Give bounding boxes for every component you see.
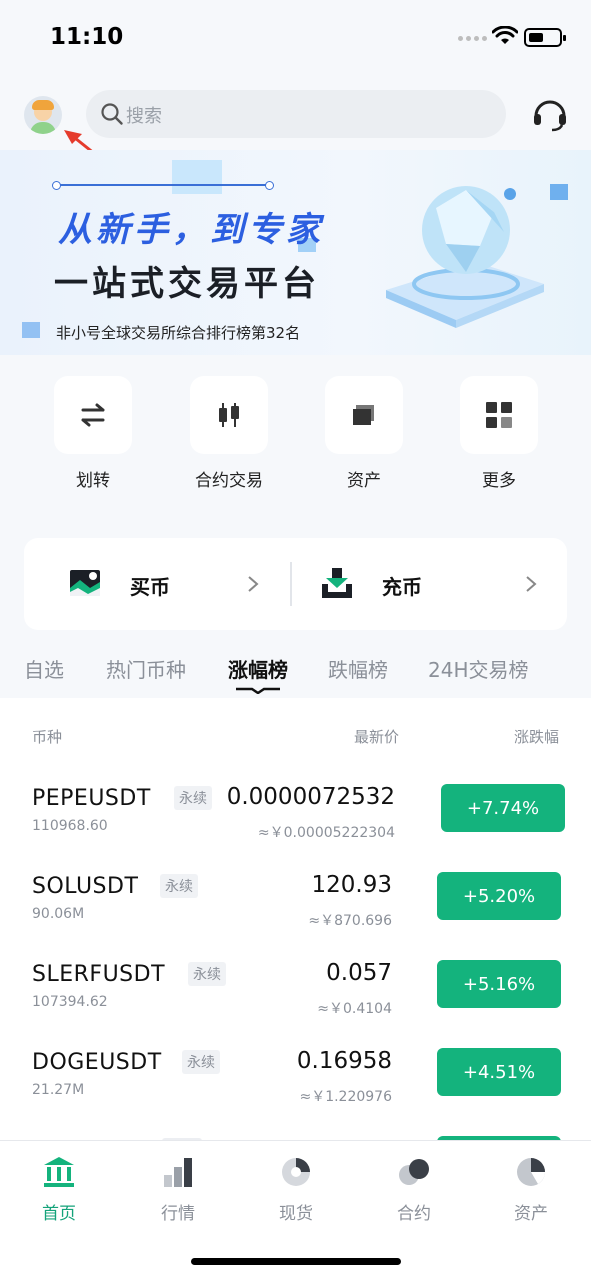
banner-decor-line xyxy=(52,181,274,190)
tab-top-losers[interactable]: 跌幅榜 xyxy=(328,654,388,683)
column-header-change: 涨跌幅 xyxy=(514,728,560,746)
quick-actions: 划转 合约交易 资产 更多 xyxy=(0,376,591,496)
status-bar: 11:10 xyxy=(0,0,591,76)
deposit-button[interactable]: 充币 xyxy=(276,538,537,630)
grid-icon xyxy=(486,402,512,428)
volume-value: 21.27M xyxy=(32,1082,85,1098)
list-item[interactable]: SLERFUSDT 永续 107394.62 0.057 ≈￥0.4104 +5… xyxy=(0,960,591,1050)
perpetual-badge: 永续 xyxy=(182,1050,220,1074)
search-icon xyxy=(101,103,123,125)
nav-label: 合约 xyxy=(397,1204,431,1224)
perpetual-badge: 永续 xyxy=(188,962,226,986)
market-tabs: 自选 热门币种 涨幅榜 跌幅榜 24H交易榜 xyxy=(0,648,591,698)
quick-action-label: 资产 xyxy=(347,471,381,491)
status-time: 11:10 xyxy=(50,24,124,50)
chevron-right-icon xyxy=(248,576,259,592)
quick-action-label: 合约交易 xyxy=(195,471,263,491)
nav-assets[interactable]: 资产 xyxy=(491,1155,571,1224)
deposit-label: 充币 xyxy=(382,575,422,599)
nav-label: 现货 xyxy=(279,1204,313,1224)
nav-home[interactable]: 首页 xyxy=(19,1155,99,1224)
last-price: 120.93 xyxy=(311,872,392,898)
banner-headline: 一站式交易平台 xyxy=(54,264,320,304)
banner-subtitle: 非小号全球交易所综合排行榜第32名 xyxy=(56,324,301,342)
promo-banner[interactable]: 从新手，到专家 一站式交易平台 非小号全球交易所综合排行榜第32名 xyxy=(0,150,591,355)
change-badge[interactable]: +7.74% xyxy=(441,784,565,832)
search-input[interactable]: 搜索 xyxy=(86,90,506,138)
wifi-icon xyxy=(492,26,518,44)
price-cny: ≈￥0.00005222304 xyxy=(257,825,395,841)
last-price: 0.16958 xyxy=(296,1048,392,1074)
search-placeholder: 搜索 xyxy=(126,106,162,127)
banner-title: 从新手，到专家 xyxy=(58,210,324,250)
chevron-right-icon xyxy=(526,576,537,592)
quick-action-assets[interactable]: 资产 xyxy=(325,376,403,491)
battery-icon xyxy=(524,28,566,47)
quick-action-label: 更多 xyxy=(482,471,516,491)
volume-value: 90.06M xyxy=(32,906,85,922)
nav-label: 资产 xyxy=(514,1204,548,1224)
tab-24h-volume[interactable]: 24H交易榜 xyxy=(428,654,529,683)
customer-service-icon[interactable] xyxy=(530,96,570,132)
perpetual-badge: 永续 xyxy=(160,874,198,898)
nav-spot[interactable]: 现货 xyxy=(256,1155,336,1224)
quick-action-futures[interactable]: 合约交易 xyxy=(190,376,268,491)
candlestick-icon xyxy=(219,403,239,427)
change-badge[interactable]: +5.16% xyxy=(437,960,561,1008)
spot-icon xyxy=(282,1158,310,1186)
tab-top-gainers[interactable]: 涨幅榜 xyxy=(228,654,288,683)
quick-action-more[interactable]: 更多 xyxy=(460,376,538,491)
quick-action-transfer[interactable]: 划转 xyxy=(54,376,132,491)
assets-icon xyxy=(517,1158,545,1186)
crystal-sphere-illustration xyxy=(386,186,544,328)
volume-value: 107394.62 xyxy=(32,994,108,1010)
price-cny: ≈￥1.220976 xyxy=(299,1089,392,1105)
home-icon xyxy=(44,1157,74,1187)
list-item[interactable]: SOLUSDT 永续 90.06M 120.93 ≈￥870.696 +5.20… xyxy=(0,872,591,962)
symbol-name: DOGEUSDT xyxy=(32,1050,162,1075)
column-header-price: 最新价 xyxy=(354,728,400,746)
symbol-name: SOLUSDT xyxy=(32,874,139,899)
market-icon xyxy=(164,1158,192,1187)
volume-value: 110968.60 xyxy=(32,818,108,834)
buy-crypto-label: 买币 xyxy=(130,575,170,599)
nav-label: 首页 xyxy=(42,1204,76,1224)
perpetual-badge: 永续 xyxy=(174,786,212,810)
column-header-symbol: 币种 xyxy=(32,728,63,746)
last-price: 0.057 xyxy=(326,960,392,986)
signal-icon xyxy=(458,36,487,41)
list-item[interactable]: PEPEUSDT 永续 110968.60 0.0000072532 ≈￥0.0… xyxy=(0,784,591,874)
tab-hot-coins[interactable]: 热门币种 xyxy=(106,654,186,683)
home-indicator xyxy=(191,1258,401,1265)
nav-market[interactable]: 行情 xyxy=(138,1155,218,1224)
buy-crypto-button[interactable]: 买币 xyxy=(24,538,274,630)
symbol-name: SLERFUSDT xyxy=(32,962,166,987)
buy-crypto-icon xyxy=(70,570,100,596)
deposit-icon xyxy=(322,568,352,598)
last-price: 0.0000072532 xyxy=(226,784,395,810)
quick-action-label: 划转 xyxy=(76,471,110,491)
price-cny: ≈￥870.696 xyxy=(308,913,392,929)
nav-futures[interactable]: 合约 xyxy=(374,1155,454,1224)
market-list: 币种 最新价 涨跌幅 PEPEUSDT 永续 110968.60 0.00000… xyxy=(0,698,591,1142)
transfer-icon xyxy=(81,403,105,427)
symbol-name: PEPEUSDT xyxy=(32,786,151,811)
futures-icon xyxy=(399,1159,429,1185)
nav-label: 行情 xyxy=(161,1204,195,1224)
tab-favorites[interactable]: 自选 xyxy=(24,654,64,683)
avatar[interactable] xyxy=(24,96,62,134)
wallet-icon xyxy=(353,405,374,425)
active-tab-indicator xyxy=(236,687,280,694)
change-badge[interactable]: +4.51% xyxy=(437,1048,561,1096)
price-cny: ≈￥0.4104 xyxy=(317,1001,392,1017)
list-item[interactable]: DOGEUSDT 永续 21.27M 0.16958 ≈￥1.220976 +4… xyxy=(0,1048,591,1138)
buy-deposit-card: 买币 充币 xyxy=(24,538,567,630)
change-badge[interactable]: +5.20% xyxy=(437,872,561,920)
